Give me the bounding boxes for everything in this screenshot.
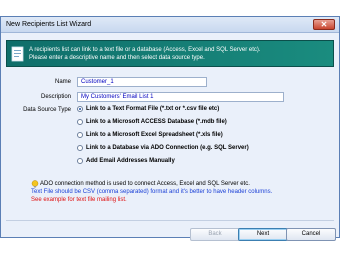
option-manual[interactable]: Add Email Addresses Manually bbox=[77, 158, 175, 168]
close-button[interactable]: ✕ bbox=[313, 19, 335, 30]
banner-line-2: Please enter a descriptive name and then… bbox=[29, 55, 205, 61]
note-example-link[interactable]: See example for text file mailing list. bbox=[31, 196, 127, 204]
document-icon bbox=[11, 46, 24, 62]
option-text-file[interactable]: Link to a Text Format File (*.txt or *.c… bbox=[77, 106, 219, 116]
description-input[interactable]: My Customers' Email List 1 bbox=[77, 92, 284, 102]
option-label: Link to a Database via ADO Connection (e… bbox=[86, 145, 249, 151]
back-button[interactable]: Back bbox=[190, 228, 240, 241]
footer-divider bbox=[6, 220, 334, 221]
option-ado[interactable]: Link to a Database via ADO Connection (e… bbox=[77, 145, 249, 155]
title-bar[interactable]: New Recipients List Wizard ✕ bbox=[1, 17, 339, 33]
wizard-window: New Recipients List Wizard ✕ A recipient… bbox=[0, 16, 340, 241]
radio-selected[interactable] bbox=[77, 106, 83, 112]
option-label: Add Email Addresses Manually bbox=[86, 158, 175, 164]
cancel-button[interactable]: Cancel bbox=[286, 228, 336, 241]
option-label: Link to a Microsoft ACCESS Database (*.m… bbox=[86, 119, 227, 125]
radio-unselected[interactable] bbox=[77, 145, 83, 151]
window-title: New Recipients List Wizard bbox=[6, 21, 92, 28]
banner-text: A recipients list can link to a text fil… bbox=[29, 46, 261, 62]
note-ado: ADO connection method is used to connect… bbox=[40, 181, 250, 187]
next-button[interactable]: Next bbox=[238, 228, 288, 241]
banner-line-1: A recipients list can link to a text fil… bbox=[29, 47, 261, 53]
option-label: Link to a Microsoft Excel Spreadsheet (*… bbox=[86, 132, 223, 138]
note-csv: Text File should be CSV (comma separated… bbox=[31, 189, 273, 195]
option-label: Link to a Text Format File (*.txt or *.c… bbox=[86, 106, 220, 112]
name-label: Name bbox=[54, 79, 71, 85]
name-input[interactable]: Customer_1 bbox=[77, 77, 207, 87]
option-access-db[interactable]: Link to a Microsoft ACCESS Database (*.m… bbox=[77, 119, 227, 129]
description-label: Description bbox=[40, 94, 71, 100]
radio-unselected[interactable] bbox=[77, 132, 83, 138]
radio-unselected[interactable] bbox=[77, 158, 83, 164]
lightbulb-icon bbox=[31, 180, 39, 188]
option-excel[interactable]: Link to a Microsoft Excel Spreadsheet (*… bbox=[77, 132, 223, 142]
info-banner: A recipients list can link to a text fil… bbox=[6, 40, 334, 67]
radio-unselected[interactable] bbox=[77, 119, 83, 125]
data-source-label: Data Source Type bbox=[23, 107, 71, 113]
